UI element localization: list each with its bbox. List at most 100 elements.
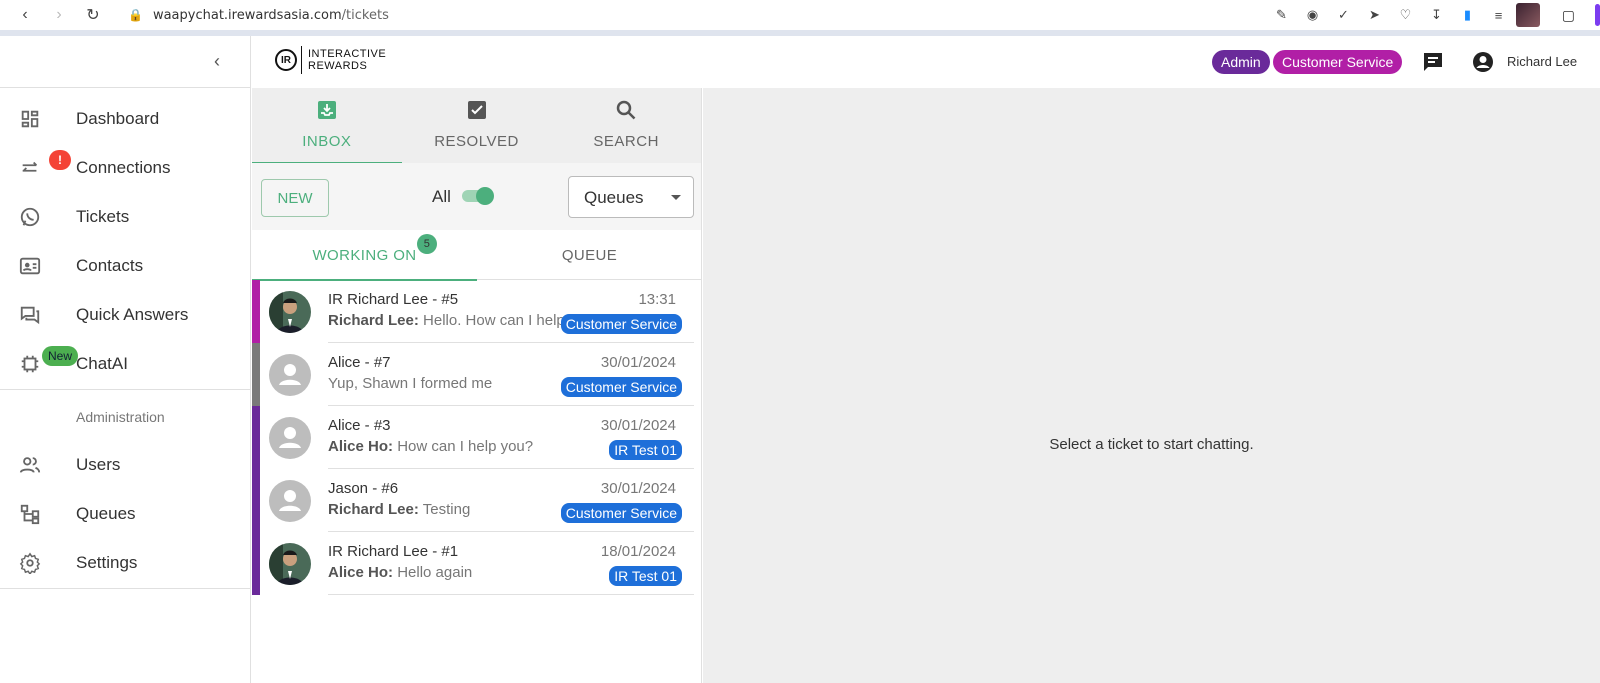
tab-label: WORKING ON: [312, 246, 417, 264]
ticket-row[interactable]: IR Richard Lee - #1 18/01/2024 Alice Ho:…: [252, 532, 702, 595]
sidebar-accent: [1595, 4, 1600, 26]
sidebar-item-contacts[interactable]: Contacts: [0, 241, 250, 291]
avatar: [269, 291, 311, 333]
url-path: /tickets: [341, 7, 389, 23]
sidebar-item-label: Connections: [76, 158, 171, 177]
forum-icon: [18, 303, 42, 327]
ticket-row[interactable]: IR Richard Lee - #5 13:31 Richard Lee: H…: [252, 280, 702, 343]
queue-tag: Customer Service: [560, 314, 682, 334]
account-icon[interactable]: [1471, 50, 1495, 74]
sidebar-item-label: Quick Answers: [76, 305, 189, 324]
chevron-left-icon[interactable]: ‹: [206, 50, 228, 72]
sidebar-item-label: Dashboard: [76, 109, 160, 128]
ticket-last-message: Alice Ho: How can I help you?: [328, 438, 568, 455]
tab-queue[interactable]: QUEUE: [477, 230, 702, 280]
alert-badge: !: [49, 150, 71, 170]
heart-icon[interactable]: ♡: [1392, 3, 1419, 27]
ticket-time: 18/01/2024: [600, 543, 676, 560]
caret-down-icon: [671, 195, 681, 200]
empty-state-message: Select a ticket to start chatting.: [1049, 436, 1254, 453]
ticket-status-stripe: [252, 469, 260, 532]
sidebar: ‹ Dashboard ! Connections Tickets Contac…: [0, 36, 251, 683]
ticket-row[interactable]: Alice - #7 30/01/2024 Yup, Shawn I forme…: [252, 343, 702, 406]
tab-resolved[interactable]: RESOLVED: [402, 88, 552, 163]
forward-icon[interactable]: ›: [42, 2, 76, 28]
tab-label: RESOLVED: [434, 133, 519, 150]
queue-tag: IR Test 01: [609, 566, 682, 586]
avatar: [269, 417, 311, 459]
sidebar-item-dashboard[interactable]: Dashboard: [0, 94, 250, 144]
ticket-last-message: Alice Ho: Hello again: [328, 564, 568, 581]
tickets-toolbar: NEW All Queues: [252, 163, 701, 230]
tab-inbox[interactable]: INBOX: [252, 88, 402, 164]
role-badge-customer-service: Customer Service: [1273, 50, 1403, 74]
ticket-contact-name: Alice - #7: [328, 354, 391, 371]
browser-toolbar: ‹ › ↻ 🔒 waapychat.irewardsasia.com /tick…: [0, 0, 1600, 30]
camera-icon[interactable]: ◉: [1299, 3, 1326, 27]
sidebar-item-label: Users: [76, 455, 121, 474]
avatar: [269, 543, 311, 585]
back-icon[interactable]: ‹: [8, 2, 42, 28]
sidebar-item-connections[interactable]: ! Connections: [0, 143, 250, 193]
row-divider: [328, 594, 694, 595]
ticket-time: 30/01/2024: [600, 417, 676, 434]
message-text: Yup, Shawn I formed me: [328, 375, 493, 392]
queue-tag: Customer Service: [560, 503, 682, 523]
hierarchy-icon: [18, 502, 42, 526]
ticket-last-message: Yup, Shawn I formed me: [328, 375, 568, 392]
search-icon: [614, 98, 638, 122]
address-bar[interactable]: 🔒 waapychat.irewardsasia.com /tickets: [128, 8, 389, 23]
ticket-contact-name: IR Richard Lee - #5: [328, 291, 459, 308]
tab-label: INBOX: [302, 133, 352, 150]
sliders-icon[interactable]: ≡: [1485, 3, 1512, 27]
tickets-panel: INBOX RESOLVED SEARCH NEW All Queues WOR…: [252, 88, 702, 683]
sidebar-item-quick-answers[interactable]: Quick Answers: [0, 290, 250, 340]
queues-select-value: Queues: [584, 188, 644, 207]
working-count-badge: 5: [417, 234, 437, 254]
cube-icon[interactable]: ▢: [1562, 7, 1575, 24]
sidebar-item-users[interactable]: Users: [0, 440, 250, 490]
send-icon[interactable]: ➤: [1361, 3, 1388, 27]
chat-area: Select a ticket to start chatting.: [703, 88, 1600, 683]
logo-line-1: INTERACTIVE: [308, 48, 387, 60]
sidebar-item-label: ChatAI: [76, 354, 128, 373]
ticket-row[interactable]: Alice - #3 30/01/2024 Alice Ho: How can …: [252, 406, 702, 469]
tickets-tabs: INBOX RESOLVED SEARCH: [252, 88, 701, 164]
queues-select[interactable]: Queues: [568, 176, 694, 218]
tab-label: QUEUE: [561, 246, 618, 264]
lock-icon: 🔒: [128, 8, 143, 22]
ticket-status-stripe: [252, 532, 260, 595]
download-icon[interactable]: ↧: [1423, 3, 1450, 27]
new-ticket-button[interactable]: NEW: [261, 179, 329, 217]
logo-separator: [301, 46, 302, 74]
user-name[interactable]: Richard Lee: [1507, 54, 1577, 69]
logo-text: INTERACTIVE REWARDS: [308, 48, 386, 72]
ticket-contact-name: Jason - #6: [328, 480, 399, 497]
sidebar-item-queues[interactable]: Queues: [0, 489, 250, 539]
ticket-row[interactable]: Jason - #6 30/01/2024 Richard Lee: Testi…: [252, 469, 702, 532]
tab-search[interactable]: SEARCH: [551, 88, 701, 163]
message-sender: Alice Ho:: [328, 564, 394, 581]
ticket-contact-name: Alice - #3: [328, 417, 391, 434]
sidebar-item-label: Contacts: [76, 256, 144, 275]
ticket-time: 30/01/2024: [600, 354, 676, 371]
whatsapp-icon: [18, 205, 42, 229]
sidebar-item-tickets[interactable]: Tickets: [0, 192, 250, 242]
toggle-ext-icon[interactable]: ▮: [1454, 3, 1481, 27]
chat-icon[interactable]: [1421, 50, 1445, 74]
logo-mark: IR: [275, 49, 297, 71]
browser-extension-icons: ✎ ◉ ✓ ➤ ♡ ↧ ▮ ≡: [1268, 3, 1540, 27]
ticket-status-stripe: [252, 406, 260, 469]
edit-icon[interactable]: ✎: [1268, 3, 1295, 27]
reload-icon[interactable]: ↻: [76, 2, 110, 28]
message-sender: Richard Lee:: [328, 312, 419, 329]
all-toggle[interactable]: [460, 187, 494, 205]
toggle-thumb: [476, 187, 494, 205]
sidebar-divider: [0, 389, 250, 390]
ticket-status-stripe: [252, 343, 260, 406]
tab-working-on[interactable]: WORKING ON 5: [252, 230, 477, 281]
sidebar-item-chatai[interactable]: New ChatAI: [0, 339, 250, 389]
shield-check-icon[interactable]: ✓: [1330, 3, 1357, 27]
sidebar-item-settings[interactable]: Settings: [0, 538, 250, 588]
ticket-status-stripe: [252, 280, 260, 343]
